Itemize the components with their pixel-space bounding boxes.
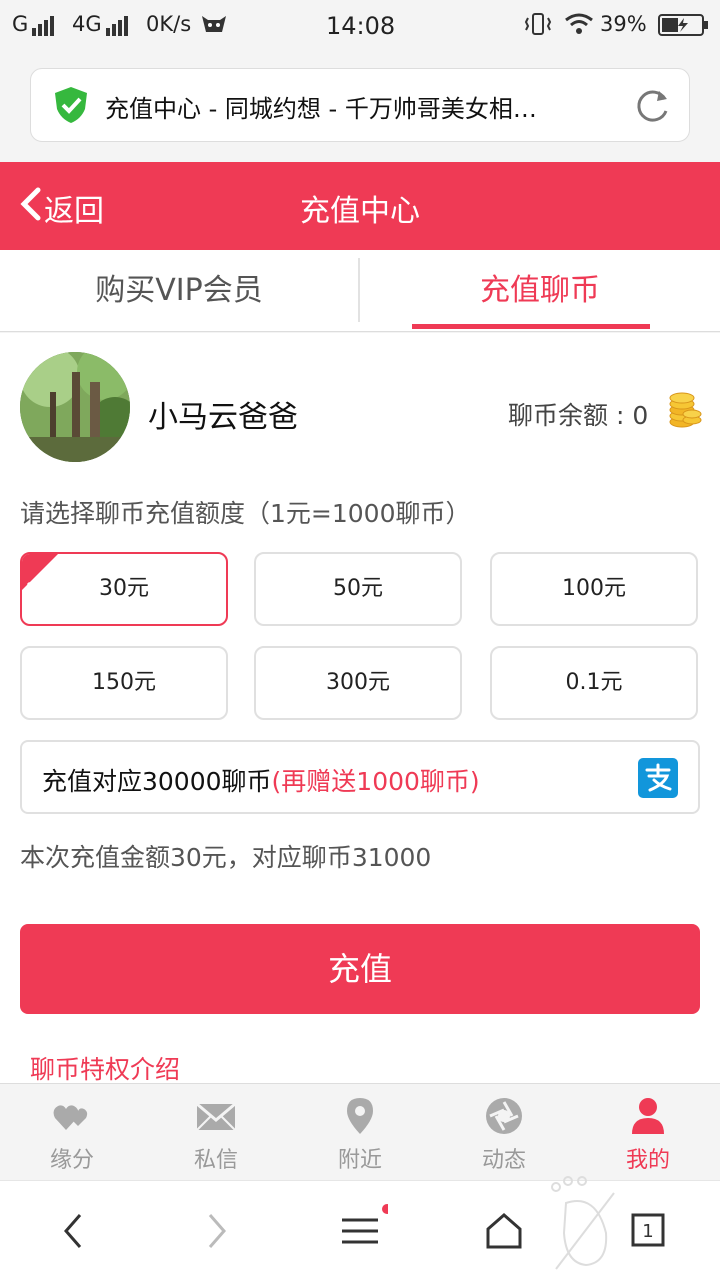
- coins-icon: [668, 392, 702, 434]
- coin-balance: 聊币余额 : 0: [508, 396, 648, 432]
- browser-toolbar: 1: [0, 1176, 720, 1280]
- amount-label: 50元: [333, 576, 383, 601]
- location-pin-icon: [340, 1096, 380, 1136]
- app-header: 返回 充值中心: [0, 162, 720, 250]
- vibrate-icon: [524, 12, 552, 43]
- amount-option-30[interactable]: 30元: [20, 552, 228, 626]
- refresh-icon[interactable]: [633, 87, 671, 129]
- tab-count: 1: [642, 1221, 653, 1242]
- page-title: 充值中心 - 同城约想 - 千万帅哥美女相…: [105, 95, 537, 123]
- nav-item-messages[interactable]: 私信: [144, 1084, 288, 1181]
- check-icon: [26, 554, 46, 622]
- amount-label: 100元: [562, 576, 626, 601]
- avatar[interactable]: [20, 352, 130, 462]
- amount-label: 150元: [92, 670, 156, 695]
- nav-item-me[interactable]: 我的: [576, 1084, 720, 1181]
- back-arrow-icon[interactable]: [46, 1203, 102, 1259]
- wifi-icon: [564, 12, 594, 41]
- amount-option-150[interactable]: 150元: [20, 646, 228, 720]
- recharge-button[interactable]: 充值: [20, 924, 700, 1014]
- amount-label: 30元: [99, 576, 149, 601]
- home-icon[interactable]: [476, 1203, 532, 1259]
- network-label: 4G: [72, 12, 102, 36]
- coin-privilege-link[interactable]: 聊币特权介绍: [30, 1050, 180, 1086]
- bull-icon: [200, 12, 228, 41]
- amount-option-0-1[interactable]: 0.1元: [490, 646, 698, 720]
- signal-icon-2: [106, 14, 136, 41]
- alipay-icon[interactable]: [638, 758, 678, 798]
- coins-amount-text: 充值对应30000聊币: [42, 767, 272, 796]
- clock: 14:08: [326, 12, 396, 40]
- active-tab-indicator: [412, 324, 650, 329]
- battery-icon: [658, 14, 710, 41]
- menu-icon[interactable]: [332, 1203, 392, 1259]
- nav-label: 附近: [337, 1148, 382, 1173]
- nav-label: 动态: [481, 1148, 526, 1173]
- amount-label: 300元: [326, 670, 390, 695]
- nav-item-moments[interactable]: 动态: [432, 1084, 576, 1181]
- nav-label: 缘分: [49, 1148, 94, 1173]
- app-bottom-nav: 缘分 私信 附近 动态 我的: [0, 1083, 720, 1180]
- amount-option-300[interactable]: 300元: [254, 646, 462, 720]
- envelope-icon: [196, 1096, 236, 1136]
- forward-arrow-icon[interactable]: [188, 1203, 244, 1259]
- status-bar: G 4G 0K/s 14:08 39%: [0, 0, 720, 50]
- nav-label: 私信: [193, 1148, 238, 1173]
- tabs-icon[interactable]: 1: [620, 1203, 676, 1259]
- hearts-icon: [52, 1096, 92, 1136]
- footprint-icon: [536, 1173, 626, 1277]
- coins-info: 充值对应30000聊币(再赠送1000聊币): [42, 762, 480, 798]
- carrier-label: G: [12, 12, 29, 36]
- signal-icon: [32, 14, 62, 41]
- payment-info-box: 充值对应30000聊币(再赠送1000聊币): [20, 740, 700, 814]
- amount-option-100[interactable]: 100元: [490, 552, 698, 626]
- username: 小马云爸爸: [148, 400, 298, 435]
- shield-check-icon: [53, 85, 89, 129]
- nav-item-fate[interactable]: 缘分: [0, 1084, 144, 1181]
- nav-item-nearby[interactable]: 附近: [288, 1084, 432, 1181]
- person-icon: [628, 1096, 668, 1136]
- tab-bar: 购买VIP会员 充值聊币: [0, 250, 720, 332]
- recharge-prompt: 请选择聊币充值额度（1元=1000聊币）: [20, 499, 471, 528]
- net-speed: 0K/s: [146, 12, 192, 36]
- bonus-text: (再赠送1000聊币): [271, 767, 480, 796]
- recharge-summary: 本次充值金额30元，对应聊币31000: [20, 843, 432, 872]
- amount-label: 0.1元: [565, 670, 623, 695]
- header-title: 充值中心: [300, 194, 420, 229]
- coin-balance-label: 聊币余额 : 0: [508, 401, 649, 430]
- battery-percent: 39%: [600, 12, 647, 36]
- tab-coins[interactable]: 充值聊币: [360, 250, 720, 332]
- tab-vip[interactable]: 购买VIP会员: [0, 250, 358, 332]
- address-bar[interactable]: 充值中心 - 同城约想 - 千万帅哥美女相…: [30, 68, 690, 142]
- nav-label: 我的: [625, 1148, 670, 1173]
- aperture-icon: [484, 1096, 524, 1136]
- amount-option-50[interactable]: 50元: [254, 552, 462, 626]
- screen: G 4G 0K/s 14:08 39% 充值中心 - 同城约想 - 千万帅哥美女…: [0, 0, 720, 1280]
